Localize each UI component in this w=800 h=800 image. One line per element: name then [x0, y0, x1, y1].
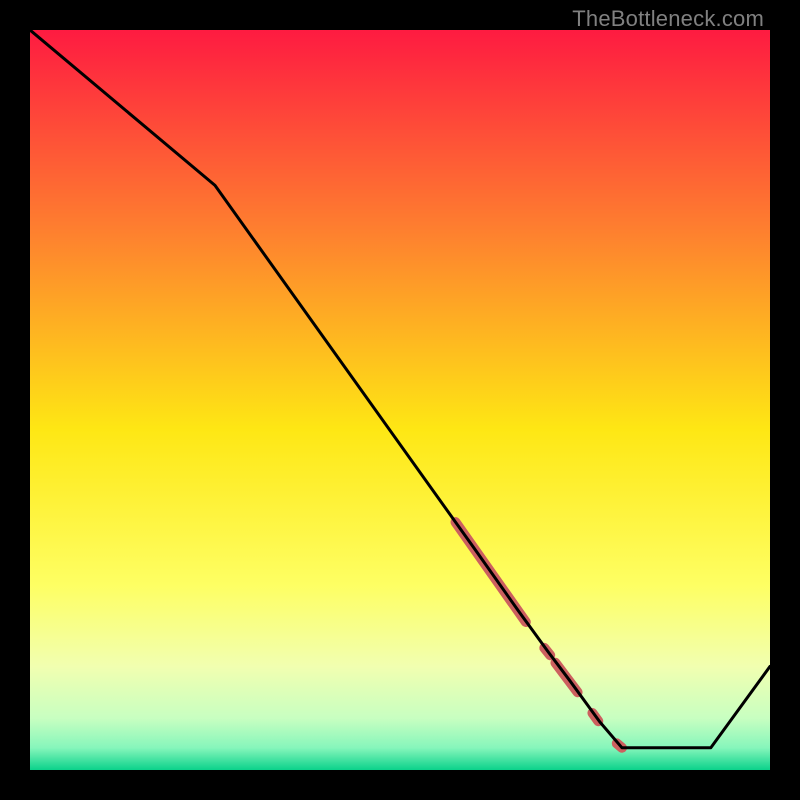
chart-frame: [30, 30, 770, 770]
bottleneck-chart: [30, 30, 770, 770]
gradient-background: [30, 30, 770, 770]
watermark-text: TheBottleneck.com: [572, 6, 764, 32]
